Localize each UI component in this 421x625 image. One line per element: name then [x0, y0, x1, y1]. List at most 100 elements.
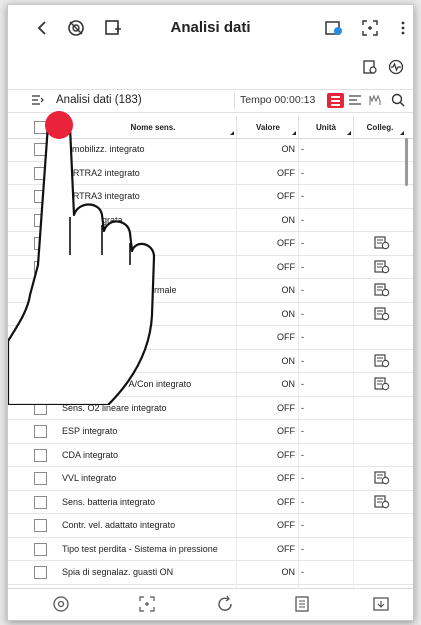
column-divider	[298, 373, 299, 396]
column-divider	[353, 514, 354, 537]
sensor-name: ESP integrato	[62, 426, 118, 436]
column-divider	[353, 208, 354, 231]
sort-indicator-icon	[400, 131, 404, 135]
column-divider	[353, 138, 354, 161]
column-divider	[298, 561, 299, 584]
sensor-unit: -	[301, 473, 304, 483]
column-divider	[298, 302, 299, 325]
sensor-unit: -	[301, 426, 304, 436]
more-vertical-icon[interactable]	[393, 18, 413, 38]
column-divider	[353, 420, 354, 443]
column-divider	[236, 116, 237, 138]
column-divider	[298, 185, 299, 208]
column-divider	[298, 467, 299, 490]
table-row[interactable]: Sens. batteria integrato OFF -	[8, 490, 413, 514]
table-row[interactable]: Contr. vel. adattato integrato OFF -	[8, 514, 413, 538]
sensor-value: OFF	[277, 332, 295, 342]
row-checkbox[interactable]	[34, 495, 47, 509]
column-divider	[353, 185, 354, 208]
row-checkbox[interactable]	[34, 519, 47, 532]
sensor-name: Tipo test perdita - Sistema in pressione	[62, 543, 218, 554]
sort-indicator-icon	[292, 131, 296, 135]
column-divider	[353, 116, 354, 138]
refresh-icon[interactable]	[216, 595, 236, 615]
linked-graph-icon[interactable]	[374, 471, 390, 485]
waveform-icon[interactable]	[386, 57, 406, 77]
table-row[interactable]: Tipo test perdita - Sistema in pressione…	[8, 537, 413, 561]
linked-graph-icon[interactable]	[374, 494, 390, 509]
export-icon[interactable]	[372, 595, 392, 615]
search-icon[interactable]	[390, 92, 406, 108]
sensor-value: OFF	[277, 191, 295, 201]
linked-graph-icon[interactable]	[374, 377, 390, 391]
column-header-unit[interactable]: Unità	[308, 123, 344, 132]
record-icon[interactable]	[52, 595, 72, 615]
column-divider	[353, 467, 354, 490]
scrollbar[interactable]	[405, 138, 408, 186]
sensor-unit: -	[301, 191, 304, 201]
bottom-bar	[8, 588, 413, 620]
report-list-icon[interactable]	[293, 595, 313, 615]
device-screen: Analisi dati Analisi dati (183) Tempo 00…	[7, 4, 414, 621]
sensor-unit: -	[301, 167, 304, 178]
column-divider	[353, 396, 354, 419]
column-divider	[298, 490, 299, 513]
text-view-icon[interactable]	[347, 92, 363, 108]
column-divider	[298, 279, 299, 302]
column-divider	[298, 443, 299, 466]
add-record-icon[interactable]	[103, 18, 123, 38]
linked-graph-icon[interactable]	[374, 306, 390, 321]
sensor-value: ON	[281, 567, 296, 577]
linked-graph-icon[interactable]	[374, 236, 390, 250]
column-header-value[interactable]: Valore	[248, 123, 288, 132]
sensor-name: Sens. batteria integrato	[62, 496, 156, 507]
row-checkbox[interactable]	[34, 425, 47, 438]
table-row[interactable]: ESP integrato OFF -	[8, 420, 413, 444]
table-row[interactable]: Spia di segnalaz. guasti ON ON -	[8, 561, 413, 585]
row-checkbox[interactable]	[34, 566, 47, 579]
linked-graph-icon[interactable]	[374, 283, 390, 297]
sensor-unit: -	[301, 520, 304, 530]
sensor-unit: -	[301, 543, 304, 554]
sensor-value: ON	[281, 379, 296, 389]
sort-indicator-icon	[230, 131, 234, 135]
capture-data-icon[interactable]	[138, 595, 158, 615]
column-divider	[298, 349, 299, 372]
linked-graph-icon[interactable]	[374, 353, 390, 368]
column-divider	[353, 232, 354, 255]
graph-view-icon[interactable]	[368, 92, 384, 108]
back-chevron-icon[interactable]	[32, 18, 52, 38]
column-header-link[interactable]: Colleg.	[360, 123, 400, 132]
sensor-unit: -	[301, 214, 304, 225]
column-divider	[298, 208, 299, 231]
sensor-unit: -	[301, 496, 304, 507]
list-view-button[interactable]	[327, 93, 344, 108]
row-checkbox[interactable]	[34, 542, 47, 556]
row-checkbox[interactable]	[34, 472, 47, 485]
sensor-unit: -	[301, 238, 304, 248]
screen-capture-icon[interactable]	[360, 18, 380, 38]
tap-indicator	[45, 111, 73, 139]
sensor-unit: -	[301, 449, 304, 460]
vehicle-diagnostic-icon[interactable]	[66, 18, 86, 38]
row-checkbox[interactable]	[34, 448, 47, 462]
sensor-name: Spia di segnalaz. guasti ON	[62, 567, 174, 577]
battery-info-icon[interactable]	[324, 18, 344, 38]
column-divider	[353, 561, 354, 584]
sensor-unit: -	[301, 355, 304, 366]
hand-pointer-icon	[8, 116, 156, 405]
report-icon[interactable]	[360, 57, 380, 77]
sensor-value: ON	[281, 214, 296, 225]
top-bar: Analisi dati	[8, 5, 413, 51]
sensor-value: OFF	[277, 167, 295, 178]
sensor-value: OFF	[277, 473, 295, 483]
linked-graph-icon[interactable]	[374, 259, 390, 274]
column-divider	[298, 138, 299, 161]
column-divider	[353, 302, 354, 325]
table-row[interactable]: CDA integrato OFF -	[8, 443, 413, 467]
table-row[interactable]: VVL integrato OFF -	[8, 467, 413, 491]
sensor-value: ON	[281, 285, 296, 295]
sort-indicator-icon	[347, 131, 351, 135]
column-divider	[298, 514, 299, 537]
divider	[234, 93, 235, 109]
